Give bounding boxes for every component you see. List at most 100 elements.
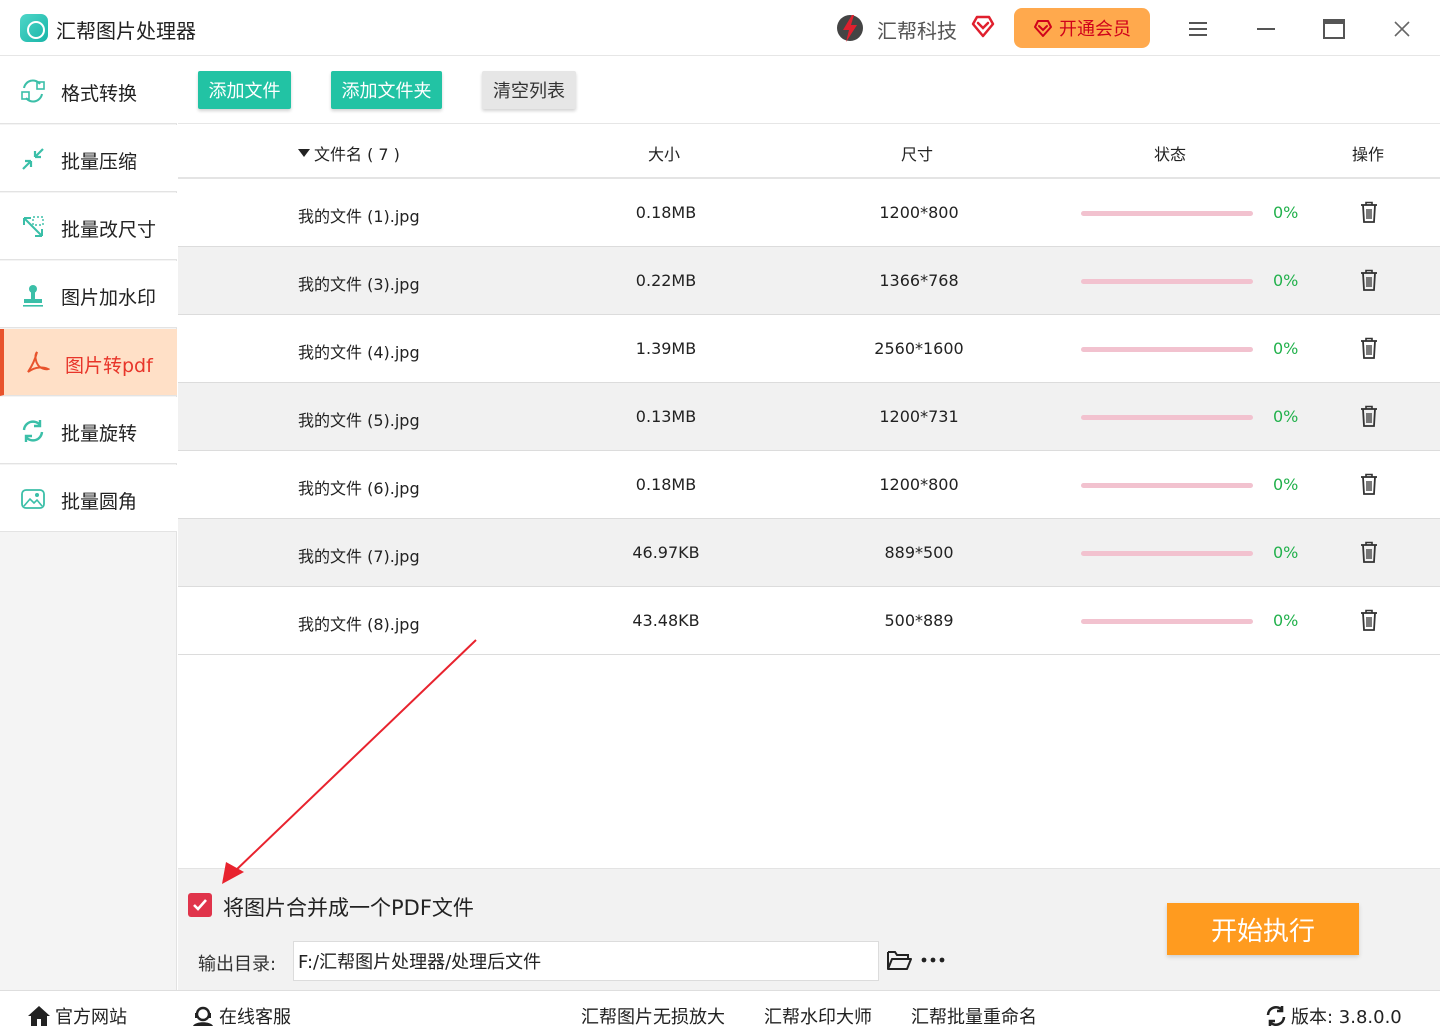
table-row[interactable]: 我的文件 (3).jpg 0.22MB 1366*768 0% [178,247,1440,315]
start-button[interactable]: 开始执行 [1167,903,1359,955]
file-size: 0.13MB [635,407,697,426]
sidebar-item-image-to-pdf[interactable]: 图片转pdf [0,329,177,396]
rotate-icon [22,420,44,442]
official-website-link[interactable]: 官方网站 [27,1003,127,1029]
sidebar: 格式转换 批量压缩 批量改尺寸 图片加水印 图片转pdf 批量旋转 批量圆角 [0,57,177,990]
file-size: 43.48KB [632,611,700,630]
online-support-link[interactable]: 在线客服 [191,1003,291,1029]
table-row[interactable]: 我的文件 (4).jpg 1.39MB 2560*1600 0% [178,315,1440,383]
sidebar-item-label: 批量圆角 [61,491,138,513]
file-name: 我的文件 (6).jpg [298,479,420,498]
minimize-icon [1257,28,1275,30]
column-header-status: 状态 [1154,145,1187,164]
clear-list-button[interactable]: 清空列表 [482,71,576,109]
sidebar-item-watermark[interactable]: 图片加水印 [0,261,177,328]
toolbar: 添加文件 添加文件夹 清空列表 [178,57,1440,124]
watermark-icon [23,285,43,307]
progress-percent: 0% [1273,271,1299,290]
delete-icon[interactable] [1359,405,1379,427]
file-dimension: 500*889 [884,611,954,630]
brand-logo-icon [837,15,863,42]
resize-icon [23,216,44,237]
delete-icon[interactable] [1359,473,1379,495]
footer-link-watermark[interactable]: 汇帮水印大师 [764,1003,872,1029]
sidebar-item-resize[interactable]: 批量改尺寸 [0,193,177,260]
progress-bar [1081,619,1253,624]
progress-percent: 0% [1273,611,1299,630]
vip-label: 开通会员 [1059,19,1131,40]
add-file-button[interactable]: 添加文件 [198,71,291,109]
table-row[interactable]: 我的文件 (7).jpg 46.97KB 889*500 0% [178,519,1440,587]
check-icon [193,899,207,911]
refresh-icon [1266,1006,1286,1026]
sidebar-item-label: 格式转换 [61,83,138,105]
vip-heart-icon [1034,20,1052,37]
progress-percent: 0% [1273,339,1299,358]
format-convert-icon [21,79,45,103]
add-folder-button[interactable]: 添加文件夹 [331,71,442,109]
progress-percent: 0% [1273,407,1299,426]
merge-pdf-checkbox[interactable] [188,893,212,917]
file-dimension: 2560*1600 [874,339,964,358]
sidebar-item-label: 批量压缩 [61,151,138,173]
title-bar: 汇帮图片处理器 汇帮科技 开通会员 [0,0,1440,56]
compress-icon [22,148,44,170]
menu-button[interactable] [1183,14,1213,44]
sidebar-item-label: 图片转pdf [65,355,153,377]
close-icon [1394,21,1410,37]
progress-bar [1081,551,1253,556]
table-row[interactable]: 我的文件 (6).jpg 0.18MB 1200*800 0% [178,451,1440,519]
table-row[interactable]: 我的文件 (8).jpg 43.48KB 500*889 0% [178,587,1440,655]
heart-diamond-icon [971,15,995,38]
headset-icon [193,1006,213,1026]
file-size: 46.97KB [632,543,700,562]
file-name: 我的文件 (3).jpg [298,275,420,294]
merge-pdf-label[interactable]: 将图片合并成一个PDF文件 [223,892,474,922]
sidebar-item-format-convert[interactable]: 格式转换 [0,57,177,124]
table-row[interactable]: 我的文件 (5).jpg 0.13MB 1200*731 0% [178,383,1440,451]
maximize-button[interactable] [1319,14,1349,44]
progress-bar [1081,279,1253,284]
progress-bar [1081,347,1253,352]
progress-percent: 0% [1273,543,1299,562]
column-header-name[interactable]: 文件名 ( 7 ) [298,141,400,165]
column-header-action: 操作 [1352,145,1385,164]
folder-open-icon[interactable] [886,949,912,971]
sidebar-item-label: 批量改尺寸 [61,219,157,241]
file-size: 0.22MB [635,271,697,290]
delete-icon[interactable] [1359,269,1379,291]
output-directory-input[interactable] [293,941,879,981]
brand-name: 汇帮科技 [877,19,957,43]
progress-bar [1081,483,1253,488]
more-options-icon[interactable] [920,949,946,971]
file-size: 0.18MB [635,203,697,222]
version-info[interactable]: 版本: 3.8.0.0 [1265,1003,1402,1029]
round-corner-icon [21,489,45,509]
sidebar-item-rotate[interactable]: 批量旋转 [0,397,177,464]
footer-link-upscale[interactable]: 汇帮图片无损放大 [581,1003,725,1029]
delete-icon[interactable] [1359,337,1379,359]
file-dimension: 889*500 [884,543,954,562]
app-logo-icon [20,14,48,42]
app-title: 汇帮图片处理器 [56,19,196,43]
minimize-button[interactable] [1251,14,1281,44]
close-button[interactable] [1387,14,1417,44]
table-row[interactable]: 我的文件 (1).jpg 0.18MB 1200*800 0% [178,179,1440,247]
options-panel: 将图片合并成一个PDF文件 输出目录: 开始执行 [178,868,1440,990]
sidebar-item-compress[interactable]: 批量压缩 [0,125,177,192]
home-icon [28,1006,50,1026]
file-name: 我的文件 (5).jpg [298,411,420,430]
column-header-size: 大小 [648,145,681,164]
file-size: 0.18MB [635,475,697,494]
delete-icon[interactable] [1359,541,1379,563]
delete-icon[interactable] [1359,609,1379,631]
footer: 官方网站 在线客服 汇帮图片无损放大 汇帮水印大师 汇帮批量重命名 版本: 3.… [0,990,1440,1036]
file-dimension: 1200*731 [879,407,959,426]
delete-icon[interactable] [1359,201,1379,223]
footer-link-rename[interactable]: 汇帮批量重命名 [911,1003,1037,1029]
sort-down-icon [298,149,310,157]
sidebar-item-label: 图片加水印 [61,287,157,309]
vip-button[interactable]: 开通会员 [1014,8,1150,48]
progress-percent: 0% [1273,475,1299,494]
sidebar-item-round-corner[interactable]: 批量圆角 [0,465,177,532]
